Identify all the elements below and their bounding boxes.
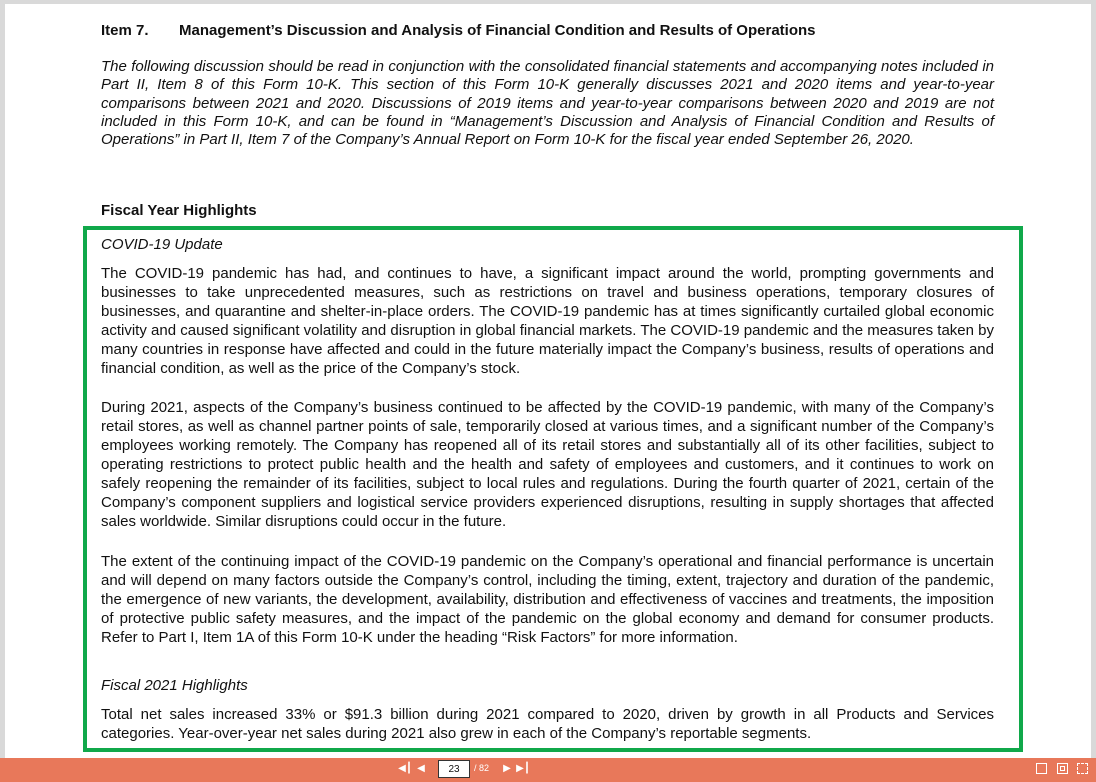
page-number-input[interactable] — [438, 760, 470, 778]
covid-paragraph-3: The extent of the continuing impact of t… — [101, 553, 994, 646]
fullscreen-icon[interactable] — [1077, 763, 1088, 774]
page-total: / 82 — [474, 763, 490, 773]
covid-paragraph-1: The COVID-19 pandemic has had, and conti… — [101, 265, 994, 377]
single-page-view-icon[interactable] — [1036, 763, 1047, 774]
intro-paragraph: The following discussion should be read … — [101, 58, 994, 149]
item-number: Item 7. — [101, 22, 149, 39]
first-page-icon[interactable]: ◀┃ — [398, 761, 412, 777]
covid-paragraph-2: During 2021, aspects of the Company’s bu… — [101, 399, 994, 530]
fiscal-2021-paragraph: Total net sales increased 33% or $91.3 b… — [101, 706, 994, 742]
document-page: Item 7. Management’s Discussion and Anal… — [5, 4, 1091, 758]
covid-update-heading: COVID-19 Update — [101, 236, 223, 253]
next-page-icon[interactable]: ▶ — [500, 761, 514, 777]
fiscal-year-highlights-heading: Fiscal Year Highlights — [101, 202, 257, 219]
viewer-toolbar: ◀┃ ◀ / 82 ▶ ▶┃ — [0, 758, 1096, 782]
fiscal-2021-highlights-heading: Fiscal 2021 Highlights — [101, 677, 248, 694]
fit-page-icon[interactable] — [1057, 763, 1068, 774]
item-title: Management’s Discussion and Analysis of … — [179, 22, 816, 39]
previous-page-icon[interactable]: ◀ — [414, 761, 428, 777]
last-page-icon[interactable]: ▶┃ — [516, 761, 530, 777]
